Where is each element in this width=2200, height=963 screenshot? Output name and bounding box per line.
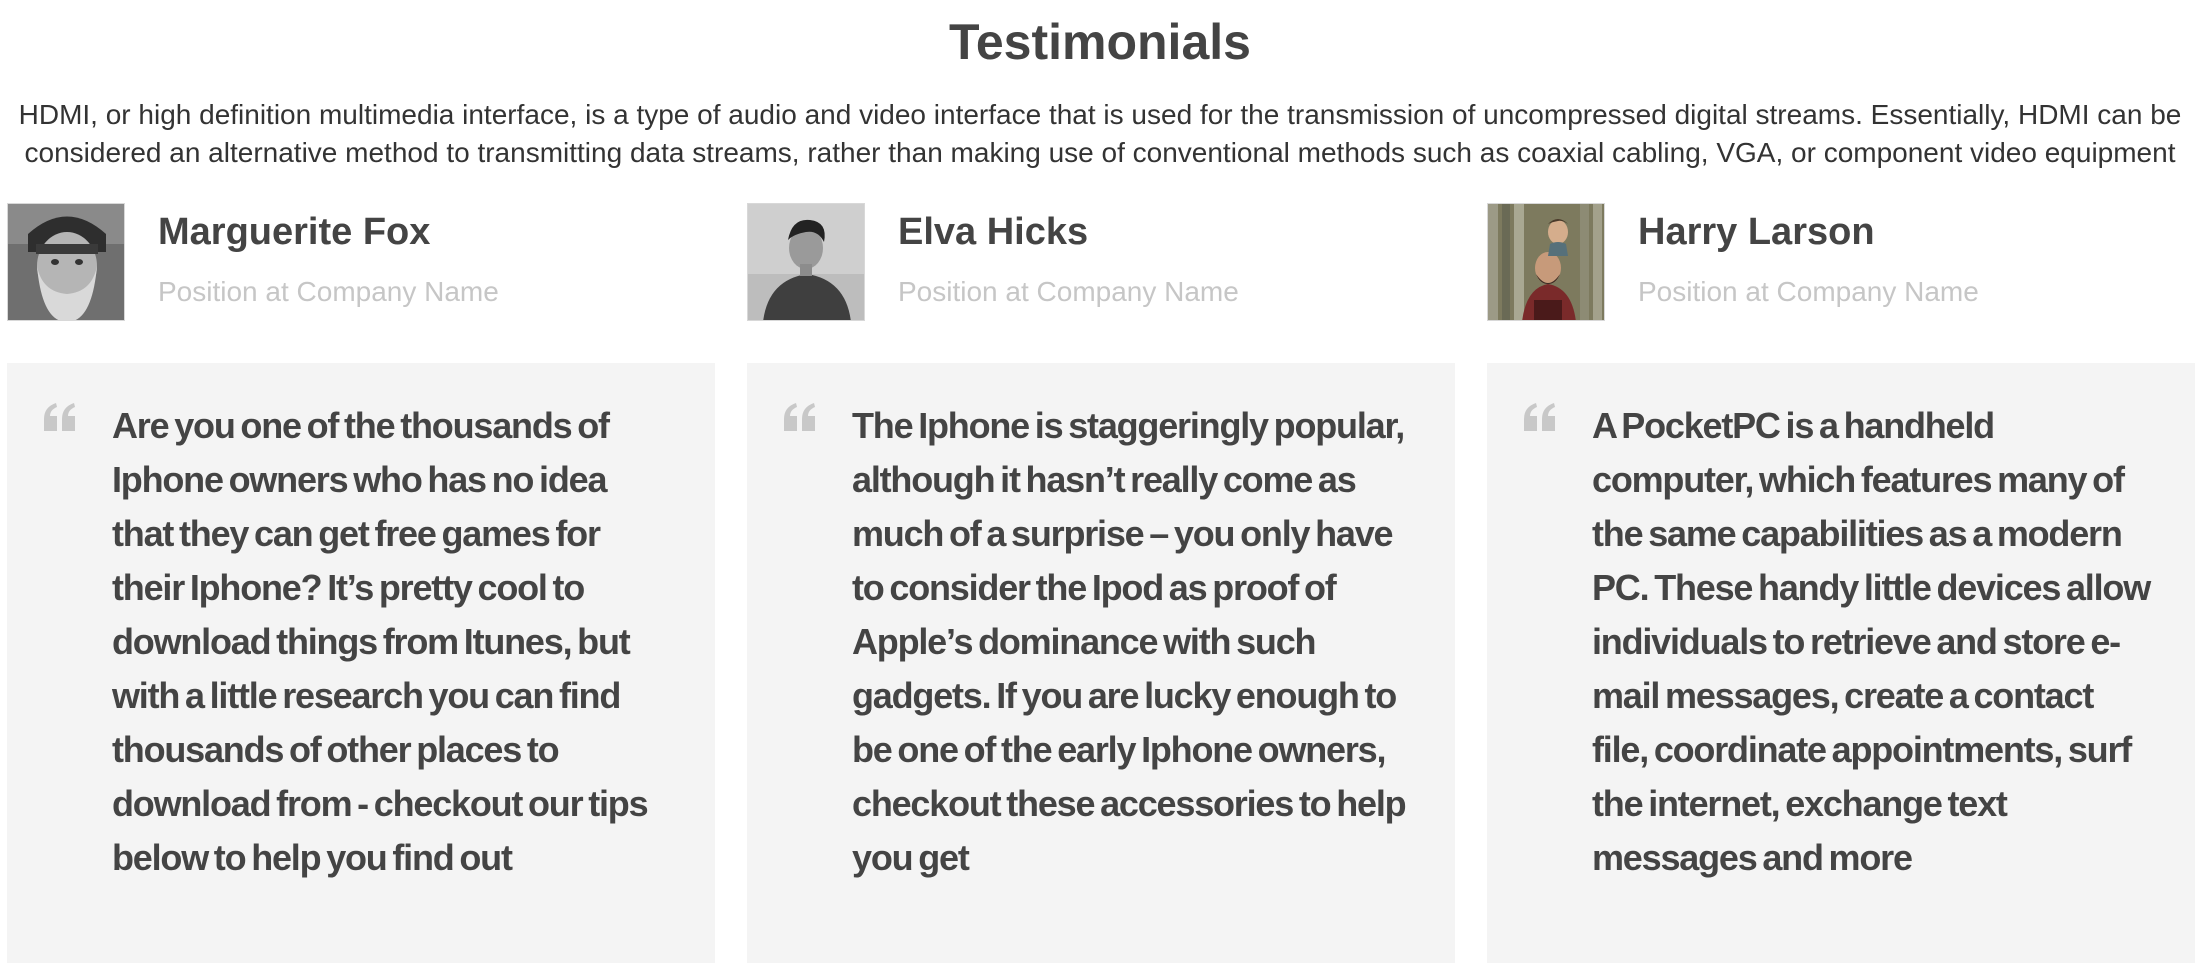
testimonial-card: Are you one of the thousands of Iphone o… — [7, 363, 715, 963]
quote-icon — [44, 403, 75, 431]
testimonial-cards: Are you one of the thousands of Iphone o… — [0, 363, 2200, 963]
quote-icon — [1524, 403, 1555, 431]
testimonial-card: A PocketPC is a handheld computer, which… — [1487, 363, 2195, 963]
testimonial-quote: The Iphone is staggeringly popular, alth… — [852, 405, 1407, 878]
person-photo-young-man-icon — [747, 203, 865, 321]
intro-text: HDMI, or high definition multimedia inte… — [18, 99, 2182, 168]
person-name: Elva Hicks — [898, 211, 1089, 253]
person-name: Marguerite Fox — [158, 211, 431, 253]
profiles-row: Marguerite Fox Position at Company Name … — [0, 203, 2200, 321]
testimonial-quote: Are you one of the thousands of Iphone o… — [112, 405, 649, 878]
page-title: Testimonials — [949, 14, 1251, 70]
person-photo-bearded-man-icon — [7, 203, 125, 321]
quote-icon — [784, 403, 815, 431]
person-position: Position at Company Name — [1638, 276, 1979, 307]
profile-elva-hicks: Elva Hicks Position at Company Name — [747, 203, 1447, 321]
person-position: Position at Company Name — [158, 276, 499, 307]
testimonial-quote: A PocketPC is a handheld computer, which… — [1592, 405, 2151, 878]
person-name: Harry Larson — [1638, 211, 1875, 253]
testimonial-card: The Iphone is staggeringly popular, alth… — [747, 363, 1455, 963]
person-position: Position at Company Name — [898, 276, 1239, 307]
profile-marguerite-fox: Marguerite Fox Position at Company Name — [7, 203, 707, 321]
person-photo-man-with-child-icon — [1487, 203, 1605, 321]
profile-harry-larson: Harry Larson Position at Company Name — [1487, 203, 2187, 321]
